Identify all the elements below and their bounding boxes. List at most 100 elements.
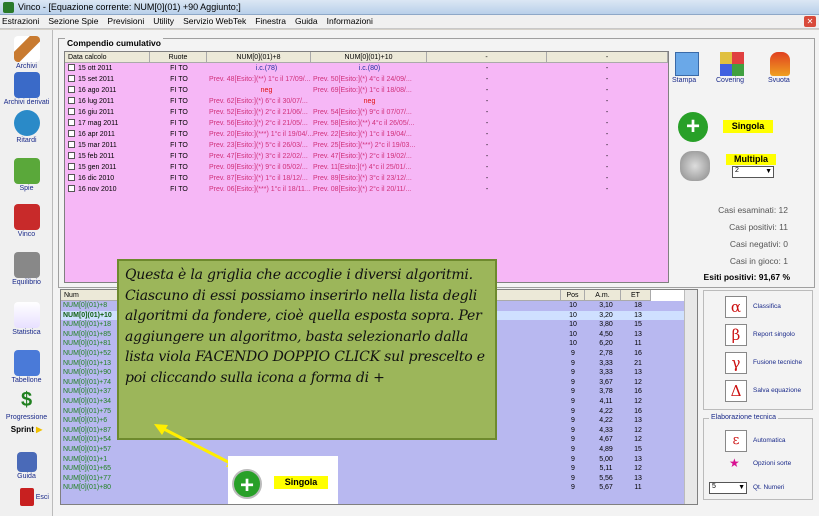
menu-finestra[interactable]: Finestra <box>255 15 286 26</box>
row-date-cell: 17 mag 2011 <box>68 118 150 129</box>
sidebar-item-progressione[interactable]: $ Progressione <box>0 387 53 421</box>
table-row[interactable]: 16 apr 2011 FI TO Prev. 20[Esito:](***) 1°… <box>65 129 668 140</box>
covering-icon[interactable] <box>720 52 744 76</box>
row-checkbox[interactable] <box>68 75 75 82</box>
menu-informazioni[interactable]: Informazioni <box>327 15 373 26</box>
table-row[interactable]: 17 mag 2011 FI TO Prev. 56[Esito:](*) 2°c … <box>65 118 668 129</box>
row-checkbox[interactable] <box>68 185 75 192</box>
multipla-select[interactable]: 2 ▼ <box>732 166 774 178</box>
row-checkbox[interactable] <box>68 97 75 104</box>
vertical-scrollbar[interactable] <box>684 290 697 504</box>
menu-estrazioni[interactable]: Estrazioni <box>2 15 39 26</box>
delta-icon[interactable]: Δ <box>725 380 747 402</box>
menu-utility[interactable]: Utility <box>153 15 174 26</box>
plus-icon[interactable]: + <box>678 112 708 142</box>
row-checkbox[interactable] <box>68 108 75 115</box>
table-row[interactable]: 15 ott 2011 FI TO i.c.(78) i.c.(80) - - <box>65 63 668 74</box>
sidebar-item-sprint[interactable]: Sprint ▶ <box>0 425 53 434</box>
star-icon[interactable]: ★ <box>729 456 740 470</box>
alpha-icon[interactable]: α <box>725 296 747 318</box>
row-checkbox[interactable] <box>68 163 75 170</box>
qt-numeri-select[interactable]: 5 ▼ <box>709 482 747 494</box>
table-cell: - <box>485 98 489 105</box>
list-cell: 13 <box>634 330 642 338</box>
list-item[interactable]: NUM[0](01)+80 9 5,67 11 <box>61 483 685 493</box>
menu-previsioni[interactable]: Previsioni <box>107 15 144 26</box>
beta-icon[interactable]: β <box>725 324 747 346</box>
col-header-alg1[interactable]: NUM[0](01)+8 <box>207 52 311 63</box>
exit-icon <box>19 488 34 506</box>
row-checkbox[interactable] <box>68 152 75 159</box>
table-cell: Prev. 62[Esito:](*) 6°c il 30/07/... <box>209 98 308 105</box>
table-row[interactable]: 16 nov 2010 FI TO Prev. 06[Esito:](***) 1°… <box>65 184 668 195</box>
table-row[interactable]: 16 dic 2010 FI TO Prev. 87[Esito:](*) 1°c … <box>65 173 668 184</box>
sidebar-item-tabellone[interactable]: Tabellone <box>0 350 53 384</box>
col-header-et[interactable]: ET <box>621 290 651 301</box>
list-cell: 9 <box>571 436 575 444</box>
col-header-alg3[interactable]: - <box>427 52 547 63</box>
menu-servizio-webtek[interactable]: Servizio WebTek <box>183 15 246 26</box>
chevron-down-icon: ▼ <box>738 484 745 491</box>
table-row[interactable]: 15 gen 2011 FI TO Prev. 09[Esito:](*) 9°c … <box>65 162 668 173</box>
table-row[interactable]: 16 giu 2011 FI TO Prev. 52[Esito:](*) 2°c … <box>65 107 668 118</box>
sidebar-item-spie[interactable]: Spie <box>0 158 53 192</box>
gamma-icon[interactable]: γ <box>725 352 747 374</box>
list-cell: 10 <box>569 321 577 329</box>
bucket-icon[interactable] <box>770 52 790 76</box>
singola-label[interactable]: Singola <box>723 120 773 133</box>
list-cell: 15 <box>634 321 642 329</box>
plus-icon[interactable]: + <box>232 469 262 499</box>
esiti-positivi: Esiti positivi: 91,67 % <box>703 272 790 282</box>
row-date-cell: 16 nov 2010 <box>68 184 150 195</box>
sidebar-item-esci[interactable]: Esci <box>0 488 53 506</box>
row-checkbox[interactable] <box>68 64 75 71</box>
table-cell: FI TO <box>170 175 188 182</box>
table-cell: - <box>605 153 609 160</box>
database-add-icon[interactable] <box>680 151 710 181</box>
table-row[interactable]: 15 feb 2011 FI TO Prev. 47[Esito:](*) 3°c … <box>65 151 668 162</box>
multipla-label[interactable]: Multipla <box>726 154 776 165</box>
row-checkbox[interactable] <box>68 130 75 137</box>
sidebar-item-statistica[interactable]: Statistica <box>0 302 53 336</box>
sidebar-item-equilibrio[interactable]: Equilibrio <box>0 252 53 286</box>
close-icon[interactable]: ✕ <box>804 16 816 27</box>
casi-positivi: Casi positivi: 11 <box>729 222 788 232</box>
col-header-ruote[interactable]: Ruote <box>150 52 207 63</box>
epsilon-icon[interactable]: ε <box>725 430 747 452</box>
table-row[interactable]: 16 ago 2011 FI TO neg Prev. 69[Esito:](*) 1… <box>65 85 668 96</box>
menu-sezione-spie[interactable]: Sezione Spie <box>48 15 98 26</box>
table-row[interactable]: 15 mar 2011 FI TO Prev. 23[Esito:](*) 5°c … <box>65 140 668 151</box>
list-cell: 10 <box>569 302 577 309</box>
table-row[interactable]: 15 set 2011 FI TO Prev. 48[Esito:](**) 1°c… <box>65 74 668 85</box>
menu-guida[interactable]: Guida <box>295 15 318 26</box>
sidebar-item-guida[interactable]: Guida <box>0 452 53 480</box>
table-cell: FI TO <box>170 153 188 160</box>
table-cell: - <box>485 186 489 193</box>
list-cell: NUM[0](01)+1 <box>63 455 108 463</box>
row-checkbox[interactable] <box>68 141 75 148</box>
list-cell: 9 <box>571 465 575 473</box>
list-cell: 9 <box>571 407 575 415</box>
row-checkbox[interactable] <box>68 86 75 93</box>
list-cell: 11 <box>634 484 642 492</box>
table-row[interactable]: 16 lug 2011 FI TO Prev. 62[Esito:](*) 6°c … <box>65 96 668 107</box>
sidebar-item-archivi[interactable]: Archivi <box>0 36 53 70</box>
row-checkbox[interactable] <box>68 119 75 126</box>
salva-equazione-label: Salva equazione <box>753 387 802 394</box>
col-header-data[interactable]: Data calcolo <box>65 52 150 63</box>
col-header-alg4[interactable]: - <box>547 52 668 63</box>
table-cell: - <box>605 87 609 94</box>
col-header-am[interactable]: A.m. <box>585 290 621 301</box>
sidebar-item-archivi-derivati[interactable]: Archivi derivati <box>0 72 53 106</box>
col-header-pos[interactable]: Pos <box>561 290 585 301</box>
sidebar-item-ritardi[interactable]: Ritardi <box>0 110 53 144</box>
col-header-alg2[interactable]: NUM[0](01)+10 <box>311 52 427 63</box>
sidebar-item-vinco[interactable]: Vinco <box>0 204 53 238</box>
sidebar-toolbar: Archivi Archivi derivati Ritardi Spie Vi… <box>0 30 53 516</box>
list-item[interactable]: NUM[0](01)+77 9 5,56 13 <box>61 474 685 484</box>
printer-icon[interactable] <box>675 52 699 76</box>
list-cell: 4,50 <box>599 330 613 338</box>
table-cell: Prev. 47[Esito:](*) 3°c il 22/02/... <box>209 153 308 160</box>
row-checkbox[interactable] <box>68 174 75 181</box>
compendio-grid[interactable]: Data calcolo Ruote NUM[0](01)+8 NUM[0](0… <box>64 51 669 283</box>
